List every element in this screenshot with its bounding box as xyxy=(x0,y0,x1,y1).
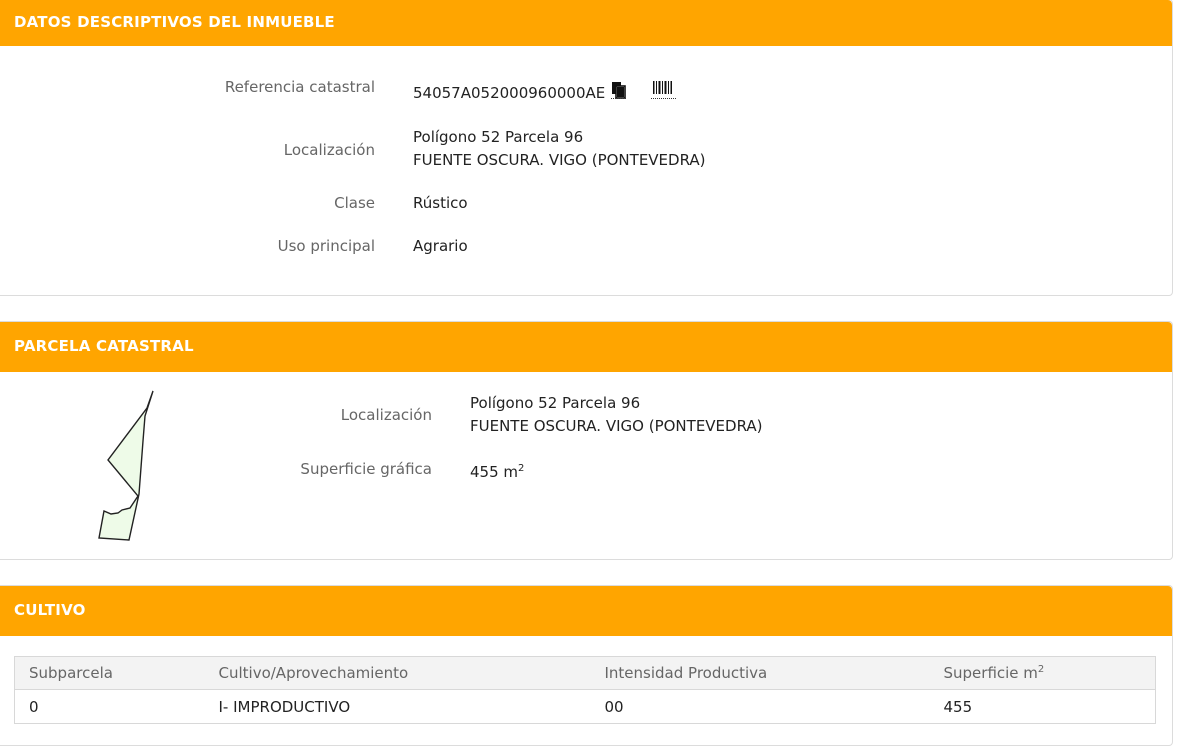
cell-cultivo: I- IMPRODUCTIVO xyxy=(204,689,591,724)
superficie-unit-exp: 2 xyxy=(518,463,525,474)
parcela-localizacion-value: Polígono 52 Parcela 96 FUENTE OSCURA. VI… xyxy=(470,392,763,438)
localizacion-line2: FUENTE OSCURA. VIGO (PONTEVEDRA) xyxy=(413,151,706,169)
clase-label: Clase xyxy=(334,194,375,212)
inmueble-panel: DATOS DESCRIPTIVOS DEL INMUEBLE Referenc… xyxy=(0,0,1173,296)
copy-icon[interactable] xyxy=(610,81,628,106)
cultivo-table: Subparcela Cultivo/Aprovechamiento Inten… xyxy=(14,656,1156,724)
col-subparcela: Subparcela xyxy=(14,656,205,690)
parcela-header: PARCELA CATASTRAL xyxy=(0,322,1172,372)
uso-label: Uso principal xyxy=(277,237,375,255)
col-superficie: Superficie m2 xyxy=(929,656,1156,690)
parcela-localizacion-line1: Polígono 52 Parcela 96 xyxy=(470,394,641,412)
superficie-label: Superficie gráfica xyxy=(300,460,432,478)
localizacion-value: Polígono 52 Parcela 96 FUENTE OSCURA. VI… xyxy=(413,126,706,172)
parcela-localizacion-label: Localización xyxy=(340,406,432,424)
cell-subparcela: 0 xyxy=(14,689,205,724)
localizacion-line1: Polígono 52 Parcela 96 xyxy=(413,128,584,146)
superficie-value-text: 455 m xyxy=(470,463,519,481)
ref-value-text: 54057A052000960000AE xyxy=(413,84,606,102)
ref-label: Referencia catastral xyxy=(224,78,375,96)
col-intensidad: Intensidad Productiva xyxy=(590,656,930,690)
parcela-localizacion-line2: FUENTE OSCURA. VIGO (PONTEVEDRA) xyxy=(470,417,763,435)
barcode-icon[interactable] xyxy=(650,80,677,107)
col-superficie-text: Superficie m xyxy=(943,664,1038,682)
cell-superficie: 455 xyxy=(929,689,1156,724)
ref-value: 54057A052000960000AE xyxy=(413,80,677,107)
col-superficie-exp: 2 xyxy=(1037,664,1045,675)
parcela-panel: PARCELA CATASTRAL Localización Polígono … xyxy=(0,321,1173,560)
superficie-value: 455 m2 xyxy=(470,457,524,484)
cell-intensidad: 00 xyxy=(590,689,930,724)
cultivo-header: CULTIVO xyxy=(0,586,1172,636)
table-row: 0 I- IMPRODUCTIVO 00 455 xyxy=(14,689,1156,724)
parcel-shape[interactable] xyxy=(90,386,180,546)
localizacion-label: Localización xyxy=(283,141,375,159)
cultivo-panel: CULTIVO Subparcela Cultivo/Aprovechamien… xyxy=(0,585,1173,746)
uso-value: Agrario xyxy=(413,237,468,255)
col-cultivo: Cultivo/Aprovechamiento xyxy=(204,656,591,690)
inmueble-header: DATOS DESCRIPTIVOS DEL INMUEBLE xyxy=(0,0,1172,46)
table-header-row: Subparcela Cultivo/Aprovechamiento Inten… xyxy=(14,656,1156,690)
clase-value: Rústico xyxy=(413,194,468,212)
